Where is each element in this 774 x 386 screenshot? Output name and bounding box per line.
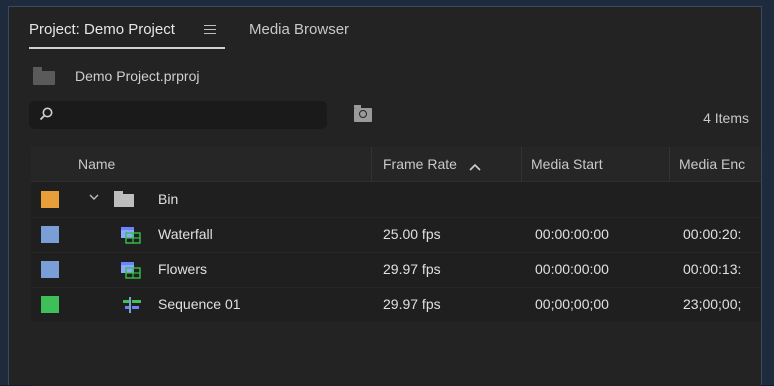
item-media-end: 00:00:13: [683, 261, 742, 277]
new-search-bin-icon[interactable] [354, 105, 372, 122]
sequence-icon [123, 297, 141, 313]
table-row-bin[interactable]: Bin [31, 182, 761, 218]
column-divider [371, 147, 372, 181]
item-frame-rate: 25.00 fps [383, 226, 441, 242]
search-icon [39, 107, 53, 121]
empty-list-area [31, 322, 761, 386]
panel-menu-icon[interactable] [204, 25, 216, 35]
folder-icon [114, 191, 134, 207]
active-tab-underline [29, 47, 225, 49]
tab-media-browser[interactable]: Media Browser [249, 21, 349, 38]
panel-tabs: Project: Demo Project Media Browser [9, 7, 761, 53]
table-row-clip[interactable]: Waterfall 25.00 fps 00:00:00:00 00:00:20… [31, 217, 761, 253]
project-panel: Project: Demo Project Media Browser Demo… [8, 6, 762, 386]
items-count: 4 Items [703, 110, 749, 126]
item-name: Flowers [158, 261, 208, 277]
sort-ascending-icon[interactable] [469, 163, 481, 171]
label-color-swatch[interactable] [41, 261, 59, 278]
item-name: Bin [158, 191, 179, 207]
column-divider [669, 147, 670, 181]
item-name: Waterfall [158, 226, 213, 242]
column-header-media-start[interactable]: Media Start [531, 156, 603, 172]
project-items-table: Name Frame Rate Media Start Media Enc Bi… [31, 147, 761, 386]
item-frame-rate: 29.97 fps [383, 296, 441, 312]
video-clip-icon [121, 262, 141, 279]
item-media-end: 23;00;00; [683, 296, 742, 312]
item-media-start: 00:00:00:00 [535, 261, 609, 277]
chevron-down-icon[interactable] [89, 192, 99, 202]
item-media-end: 00:00:20: [683, 226, 742, 242]
column-divider [521, 147, 522, 181]
tab-project[interactable]: Project: Demo Project [29, 21, 175, 38]
search-input[interactable] [29, 101, 327, 129]
video-clip-icon [121, 227, 141, 244]
project-file-name: Demo Project.prproj [75, 68, 200, 84]
project-folder-icon[interactable] [33, 67, 55, 85]
table-header: Name Frame Rate Media Start Media Enc [31, 147, 761, 182]
column-header-name[interactable]: Name [78, 156, 115, 172]
table-row-clip[interactable]: Flowers 29.97 fps 00:00:00:00 00:00:13: [31, 252, 761, 288]
column-header-frame-rate[interactable]: Frame Rate [383, 156, 457, 172]
column-header-media-end[interactable]: Media Enc [679, 156, 745, 172]
item-media-start: 00;00;00;00 [535, 296, 609, 312]
label-color-swatch[interactable] [41, 226, 59, 243]
label-color-swatch[interactable] [41, 191, 59, 208]
item-name: Sequence 01 [158, 296, 241, 312]
table-row-sequence[interactable]: Sequence 01 29.97 fps 00;00;00;00 23;00;… [31, 287, 761, 323]
item-frame-rate: 29.97 fps [383, 261, 441, 277]
item-media-start: 00:00:00:00 [535, 226, 609, 242]
window-frame: Project: Demo Project Media Browser Demo… [0, 0, 774, 386]
label-color-swatch[interactable] [41, 296, 59, 313]
